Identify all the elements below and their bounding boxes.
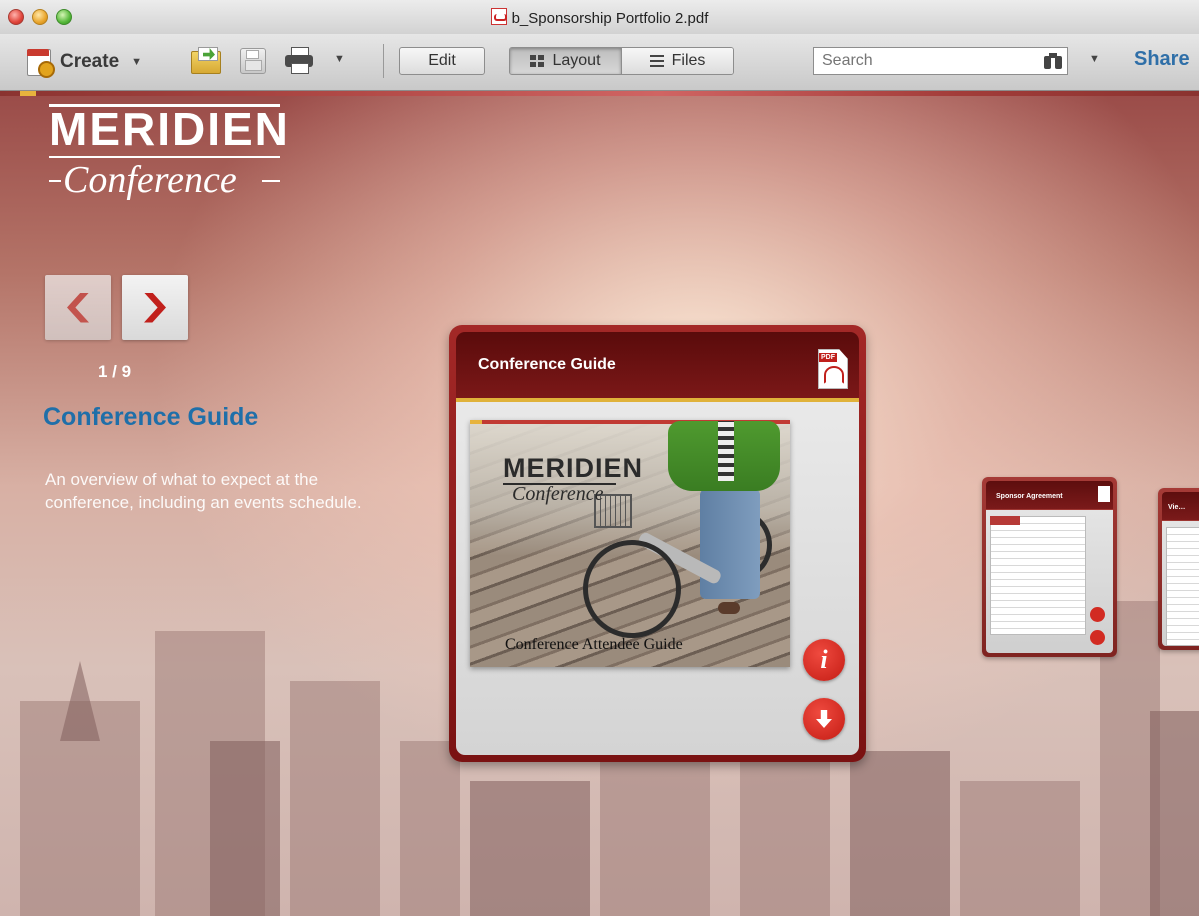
- toolbar-separator: [383, 44, 384, 78]
- side-card-title: Vie…: [1168, 504, 1186, 511]
- logo-title: MERIDIEN: [49, 103, 290, 155]
- thumbnail-caption: Conference Attendee Guide: [505, 636, 683, 653]
- side-document-card[interactable]: Vie…: [1158, 488, 1199, 650]
- thumbnail-logo-title: MERIDIEN: [503, 453, 644, 483]
- download-button[interactable]: [803, 698, 845, 740]
- decorative-strip: [0, 91, 1199, 96]
- thumbnail-strip-gold: [470, 420, 482, 424]
- bicycle-wheel: [583, 540, 681, 638]
- current-item-description: An overview of what to expect at the con…: [45, 470, 362, 512]
- current-item-title: Conference Guide: [43, 403, 259, 431]
- previous-item-button[interactable]: [45, 275, 111, 340]
- share-button[interactable]: Share: [1134, 48, 1190, 71]
- side-card-thumbnail: [1166, 527, 1199, 646]
- side-card-header: Vie…: [1162, 492, 1199, 520]
- files-tab[interactable]: Files: [621, 48, 733, 74]
- create-button[interactable]: Create ▼: [26, 48, 143, 78]
- search-input[interactable]: [813, 47, 1068, 75]
- download-icon[interactable]: [1090, 630, 1105, 645]
- side-card-header: Sponsor Agreement: [986, 481, 1113, 509]
- side-card-body: [1162, 521, 1199, 646]
- window-title-text: b_Sponsorship Portfolio 2.pdf: [511, 10, 709, 27]
- card-title: Conference Guide: [478, 356, 616, 373]
- layout-label: Layout: [552, 52, 601, 69]
- grid-icon: [530, 55, 545, 67]
- side-card-thumbnail-band: [990, 516, 1020, 525]
- layout-tab[interactable]: Layout: [510, 48, 621, 74]
- view-switcher: Layout Files: [509, 47, 734, 75]
- logo-subtitle: Conference: [63, 159, 237, 201]
- pdf-icon: [1098, 486, 1110, 502]
- toolbar-more-chevron-icon[interactable]: ▼: [334, 53, 345, 65]
- skyline-building: [470, 781, 590, 916]
- print-icon[interactable]: [285, 47, 315, 74]
- skyline-building: [1150, 711, 1199, 916]
- item-counter: 1 / 9: [98, 362, 132, 381]
- skyline-building: [290, 681, 380, 916]
- list-icon: [649, 55, 664, 67]
- next-item-button[interactable]: [122, 275, 188, 340]
- pdf-icon: PDF: [818, 349, 848, 389]
- skyline-building: [960, 781, 1080, 916]
- window-title: b_Sponsorship Portfolio 2.pdf: [0, 8, 1199, 27]
- decorative-strip-gold: [20, 91, 36, 96]
- save-icon[interactable]: [240, 48, 266, 74]
- create-label: Create: [60, 51, 120, 72]
- skyline-building: [850, 751, 950, 916]
- chevron-down-icon: ▼: [131, 56, 143, 68]
- download-icon: [816, 710, 832, 728]
- edit-button[interactable]: Edit: [399, 47, 485, 75]
- create-icon: [26, 48, 55, 78]
- open-icon[interactable]: [191, 47, 223, 74]
- logo-rule: [49, 156, 280, 158]
- rider-figure: [718, 602, 740, 614]
- side-document-card[interactable]: Sponsor Agreement: [982, 477, 1117, 657]
- binoculars-icon[interactable]: [1044, 53, 1062, 69]
- logo-rule: [49, 180, 61, 182]
- info-button[interactable]: i: [803, 639, 845, 681]
- skyline-building: [400, 741, 460, 916]
- thumbnail-logo-subtitle: Conference: [512, 483, 604, 505]
- side-card-title: Sponsor Agreement: [996, 493, 1063, 500]
- files-label: Files: [671, 52, 706, 69]
- pdf-file-icon: [490, 8, 507, 25]
- search-options-chevron-icon[interactable]: ▼: [1089, 53, 1100, 65]
- card-header: Conference Guide PDF: [456, 332, 859, 398]
- info-icon: i: [820, 645, 828, 674]
- side-card-thumbnail: [990, 516, 1086, 635]
- info-icon[interactable]: [1090, 607, 1105, 622]
- logo-rule: [262, 180, 280, 182]
- rider-figure: [700, 489, 760, 599]
- chevron-right-icon: [144, 292, 166, 323]
- rider-figure: [718, 421, 734, 481]
- skyline-building: [210, 741, 280, 916]
- title-bar: b_Sponsorship Portfolio 2.pdf: [0, 0, 1199, 35]
- chevron-left-icon: [67, 292, 89, 323]
